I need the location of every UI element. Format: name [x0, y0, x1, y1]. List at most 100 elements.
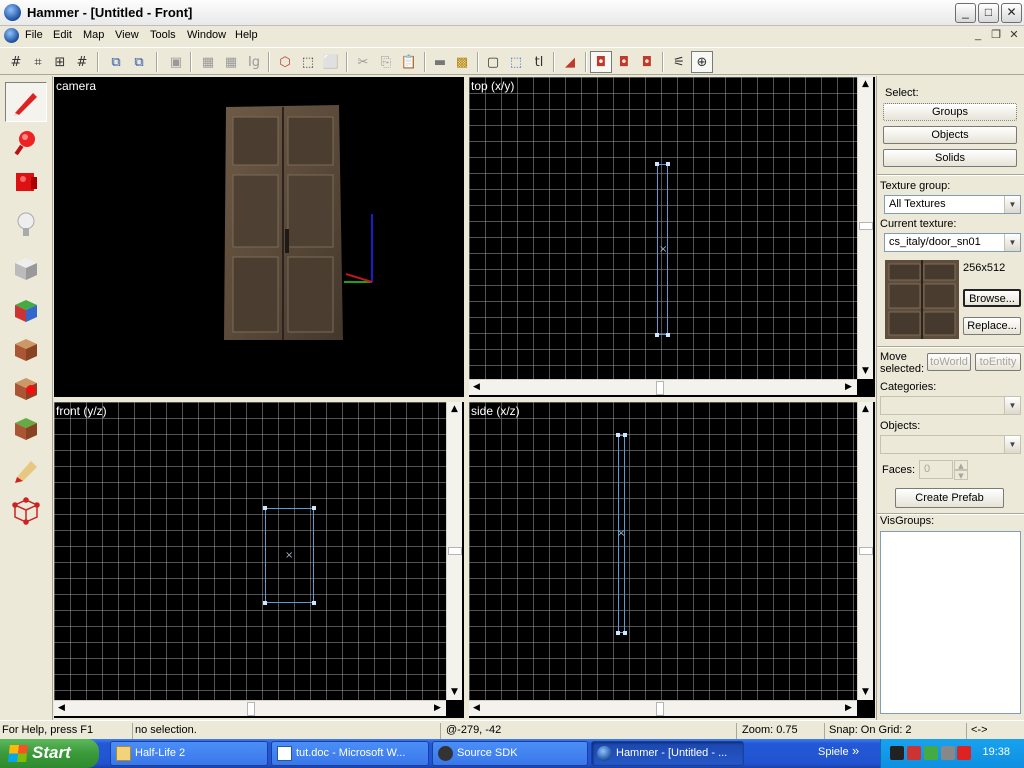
entity-tool[interactable]	[5, 205, 47, 245]
hide-selected-icon[interactable]: ▦	[197, 51, 219, 73]
select-objects-button[interactable]: Objects	[883, 126, 1017, 144]
texture-application-tool[interactable]	[5, 290, 47, 330]
replace-button[interactable]: Replace...	[963, 317, 1021, 335]
to-entity-button[interactable]: toEntity	[975, 353, 1021, 371]
2d-view-icon[interactable]: ◘	[590, 51, 612, 73]
categories-dropdown[interactable]: ▼	[880, 396, 1021, 415]
tray-network-icon[interactable]	[924, 746, 938, 760]
camera-viewport[interactable]: camera	[54, 77, 464, 397]
horizontal-scrollbar[interactable]: ◀ ▶	[469, 700, 857, 716]
mdi-minimize-button[interactable]: _	[970, 29, 986, 43]
task-source-sdk[interactable]: Source SDK	[432, 741, 588, 766]
hollow-icon[interactable]: ▣	[165, 51, 187, 73]
carve-icon[interactable]: ⧉	[105, 51, 127, 73]
start-button[interactable]: Start	[0, 739, 99, 768]
texture-preview[interactable]	[885, 260, 959, 339]
menu-window[interactable]: Window	[187, 29, 226, 41]
front-viewport[interactable]: front (y/z) × ▲ ▼ ◀ ▶	[54, 402, 464, 718]
current-texture-dropdown[interactable]: cs_italy/door_sn01 ▼	[884, 233, 1021, 252]
spin-up-icon[interactable]: ▲	[954, 460, 968, 470]
scroll-down-icon[interactable]: ▼	[447, 685, 462, 700]
grid-smaller-icon[interactable]: ⊞	[49, 51, 71, 73]
scroll-up-icon[interactable]: ▲	[858, 402, 873, 417]
vertical-scrollbar[interactable]: ▲ ▼	[857, 402, 873, 700]
grid-toggle-icon[interactable]: #	[5, 51, 27, 73]
vertical-scrollbar[interactable]: ▲ ▼	[446, 402, 462, 700]
scroll-down-icon[interactable]: ▼	[858, 364, 873, 379]
horizontal-scrollbar[interactable]: ◀ ▶	[54, 700, 446, 716]
cut-icon[interactable]: ✂	[352, 51, 374, 73]
block-tool[interactable]	[5, 248, 47, 288]
title-bar[interactable]: Hammer - [Untitled - Front] _ □ ✕	[0, 0, 1024, 26]
chevron-down-icon[interactable]: ▼	[1004, 436, 1020, 453]
scroll-thumb[interactable]	[656, 381, 664, 395]
scroll-up-icon[interactable]: ▲	[447, 402, 462, 417]
side-viewport[interactable]: side (x/z) × ▲ ▼ ◀ ▶	[469, 402, 875, 718]
create-prefab-button[interactable]: Create Prefab	[895, 488, 1004, 508]
chevron-down-icon[interactable]: ▼	[1004, 196, 1020, 213]
selection-tool[interactable]	[5, 82, 47, 122]
camera-tool[interactable]	[5, 162, 47, 202]
menu-tools[interactable]: Tools	[150, 29, 176, 41]
quick-launch-spiele[interactable]: Spiele	[818, 746, 849, 758]
paste-icon[interactable]: 📋	[398, 51, 420, 73]
to-world-button[interactable]: toWorld	[927, 353, 971, 371]
magnify-tool[interactable]	[5, 122, 47, 162]
scroll-left-icon[interactable]: ◀	[54, 701, 69, 716]
browse-button[interactable]: Browse...	[963, 289, 1021, 307]
mdi-close-button[interactable]: ✕	[1006, 29, 1022, 43]
maximize-button[interactable]: □	[978, 3, 999, 23]
spin-down-icon[interactable]: ▼	[954, 470, 968, 480]
overlay-tool[interactable]	[5, 408, 47, 448]
vertex-tool[interactable]	[5, 490, 47, 530]
sdk-icon[interactable]: ⬚	[505, 51, 527, 73]
horizontal-scrollbar[interactable]: ◀ ▶	[469, 379, 857, 395]
scroll-thumb[interactable]	[859, 222, 873, 230]
scroll-up-icon[interactable]: ▲	[858, 77, 873, 92]
task-tut-doc[interactable]: tut.doc - Microsoft W...	[271, 741, 429, 766]
chevron-down-icon[interactable]: ▼	[1004, 397, 1020, 414]
show-hidden-icon[interactable]: Ig	[243, 51, 265, 73]
scroll-thumb[interactable]	[247, 702, 255, 716]
camera-view-icon[interactable]: ◘	[636, 51, 658, 73]
scroll-left-icon[interactable]: ◀	[469, 380, 484, 395]
3d-view-icon[interactable]: ◘	[613, 51, 635, 73]
compile-map-icon[interactable]: ◢	[559, 51, 581, 73]
task-half-life-2[interactable]: Half-Life 2	[110, 741, 268, 766]
apply-texture-tool[interactable]	[5, 329, 47, 369]
copy-icon[interactable]: ⎘	[375, 51, 397, 73]
texture-browser-icon[interactable]: ▩	[451, 51, 473, 73]
document-icon[interactable]	[4, 28, 19, 43]
faces-input[interactable]: 0	[919, 460, 953, 479]
texture-group-dropdown[interactable]: All Textures ▼	[884, 195, 1021, 214]
hammer-app-icon[interactable]	[4, 4, 21, 21]
top-viewport[interactable]: top (x/y) × ▲ ▼ ◀ ▶	[469, 77, 875, 397]
texture-lock-icon[interactable]: ⬡	[274, 51, 296, 73]
group-ignore-icon[interactable]: ⬚	[297, 51, 319, 73]
vertical-scrollbar[interactable]: ▲ ▼	[857, 77, 873, 379]
visgroups-list[interactable]	[880, 531, 1021, 714]
quick-launch-more-icon[interactable]: »	[852, 743, 859, 758]
grid-larger-icon[interactable]: #	[71, 51, 93, 73]
scroll-right-icon[interactable]: ▶	[841, 701, 856, 716]
select-groups-button[interactable]: Groups	[883, 103, 1017, 121]
tl-icon[interactable]: tl	[528, 51, 550, 73]
tray-volume-icon[interactable]	[941, 746, 955, 760]
brush-center-icon[interactable]: ×	[659, 245, 667, 255]
tray-ati-icon[interactable]	[957, 746, 971, 760]
scroll-thumb[interactable]	[656, 702, 664, 716]
menu-map[interactable]: Map	[83, 29, 104, 41]
brush-center-icon[interactable]: ×	[617, 529, 625, 539]
hide-unselected-icon[interactable]: ▦	[220, 51, 242, 73]
menu-file[interactable]: File	[25, 29, 43, 41]
3d-grid-icon[interactable]: ⌗	[27, 51, 49, 73]
brush-center-icon[interactable]: ×	[285, 551, 293, 561]
scroll-thumb[interactable]	[859, 547, 873, 555]
center-camera-icon[interactable]: ⊕	[691, 51, 713, 73]
mdi-restore-button[interactable]: ❐	[988, 29, 1004, 43]
close-button[interactable]: ✕	[1001, 3, 1022, 23]
scroll-right-icon[interactable]: ▶	[841, 380, 856, 395]
selection-box-icon[interactable]: ▢	[482, 51, 504, 73]
menu-help[interactable]: Help	[235, 29, 258, 41]
group-icon[interactable]: ⧉	[128, 51, 150, 73]
